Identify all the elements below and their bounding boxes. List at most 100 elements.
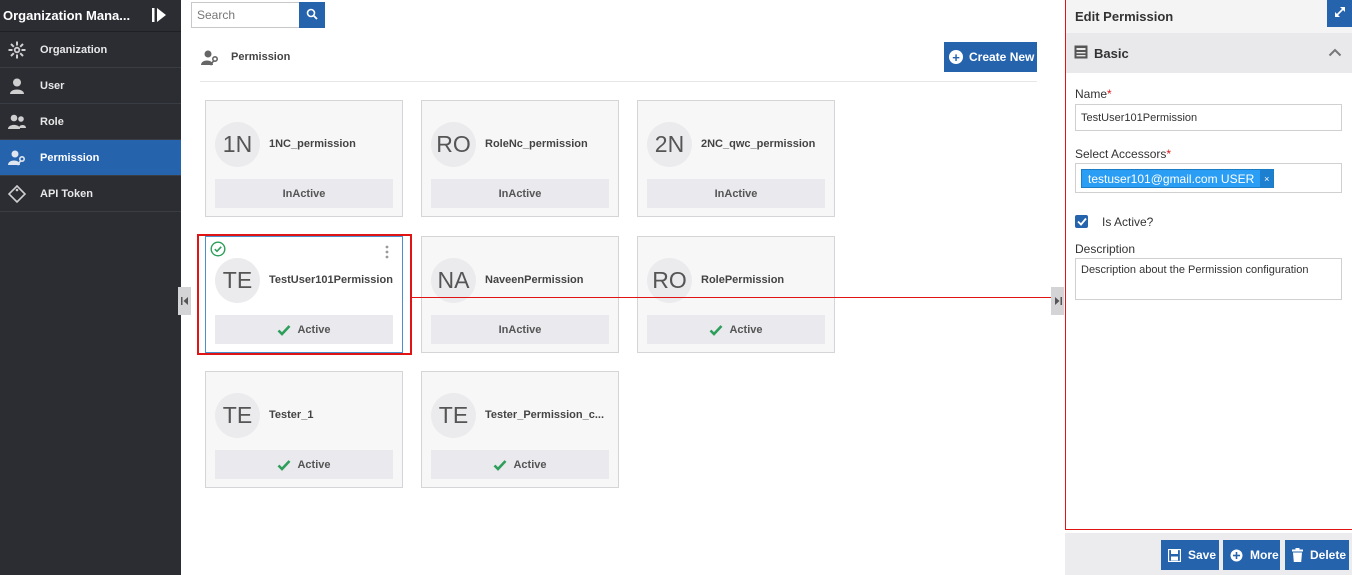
panel-header: Edit Permission	[1066, 0, 1352, 33]
check-icon	[277, 459, 291, 471]
save-label: Save	[1188, 548, 1217, 562]
plus-circle-icon	[1230, 549, 1243, 562]
status-label: Active	[729, 323, 763, 336]
permission-card[interactable]: 1N 1NC_permission InActive	[205, 100, 403, 217]
plus-circle-icon: +	[949, 50, 963, 64]
card-name: RolePermission	[701, 274, 785, 286]
save-button[interactable]: Save	[1161, 540, 1219, 570]
accessors-label: Select Accessors*	[1075, 147, 1171, 161]
more-label: More	[1250, 548, 1279, 562]
status-badge: InActive	[215, 179, 393, 208]
section-title: Basic	[1094, 45, 1129, 61]
sidebar-item-user[interactable]: User	[0, 68, 181, 104]
name-field[interactable]	[1075, 104, 1342, 131]
remove-tag-icon[interactable]: ×	[1260, 170, 1274, 187]
user-icon	[2, 68, 32, 104]
create-new-button[interactable]: + Create New	[944, 42, 1037, 72]
sidebar: Organization Mana... Organization User R…	[0, 0, 181, 575]
status-label: InActive	[714, 187, 758, 200]
right-panel-collapse-handle[interactable]	[1051, 287, 1064, 315]
permission-card[interactable]: TE Tester_Permission_c... Active	[421, 371, 619, 488]
is-active-checkbox[interactable]	[1075, 215, 1088, 228]
sidebar-item-label: User	[40, 79, 65, 92]
status-badge: InActive	[647, 179, 825, 208]
users-icon	[2, 104, 32, 140]
sidebar-collapse-icon[interactable]	[150, 6, 168, 24]
required-mark: *	[1166, 147, 1172, 161]
card-name: NaveenPermission	[485, 274, 584, 286]
left-panel-collapse-handle[interactable]	[178, 287, 191, 315]
permission-card[interactable]: TE Tester_1 Active	[205, 371, 403, 488]
selected-check-icon	[210, 241, 226, 260]
card-name: 1NC_permission	[269, 138, 356, 150]
collapse-left-icon	[180, 294, 189, 308]
permission-card[interactable]: NA NaveenPermission InActive	[421, 236, 619, 353]
gear-icon	[2, 32, 32, 68]
sidebar-item-organization[interactable]: Organization	[0, 32, 181, 68]
form-icon	[1074, 45, 1088, 62]
save-icon	[1168, 548, 1181, 562]
name-label: Name*	[1075, 87, 1112, 101]
trash-icon	[1292, 548, 1303, 562]
delete-label: Delete	[1310, 548, 1347, 562]
expand-icon	[1333, 5, 1347, 22]
permission-card[interactable]: RO RolePermission Active	[637, 236, 835, 353]
avatar: TE	[215, 393, 260, 438]
search-bar	[191, 2, 325, 28]
card-name: Tester_Permission_c...	[485, 409, 605, 421]
name-label-text: Name	[1075, 87, 1108, 101]
avatar: RO	[431, 122, 476, 167]
sidebar-item-permission[interactable]: Permission	[0, 140, 181, 176]
chevron-up-icon	[1328, 46, 1342, 60]
create-new-label: Create New	[969, 50, 1035, 64]
check-icon	[277, 324, 291, 336]
expand-panel-button[interactable]	[1327, 0, 1352, 27]
required-mark: *	[1107, 87, 1112, 101]
description-field[interactable]: Description about the Permission configu…	[1075, 258, 1342, 300]
search-icon	[306, 8, 318, 23]
edit-permission-panel: Edit Permission Basic Name* Select Acces…	[1065, 0, 1352, 530]
page-header: Permission + Create New	[200, 42, 1037, 82]
section-basic-header[interactable]: Basic	[1066, 33, 1352, 73]
sidebar-item-role[interactable]: Role	[0, 104, 181, 140]
status-badge: Active	[431, 450, 609, 479]
collapse-right-icon	[1054, 294, 1062, 308]
check-icon	[493, 459, 507, 471]
status-label: Active	[513, 458, 547, 471]
page-title: Permission	[231, 51, 291, 63]
user-key-icon	[2, 140, 32, 176]
app-root: Organization Mana... Organization User R…	[0, 0, 1352, 575]
search-button[interactable]	[299, 2, 325, 28]
sidebar-item-label: Role	[40, 115, 64, 128]
sidebar-item-api-token[interactable]: API Token	[0, 176, 181, 212]
card-name: 2NC_qwc_permission	[701, 138, 816, 150]
accessors-select[interactable]: testuser101@gmail.com USER ×	[1075, 163, 1342, 193]
tag-icon	[2, 176, 32, 212]
card-name: RoleNc_permission	[485, 138, 588, 150]
status-label: InActive	[498, 187, 542, 200]
search-input[interactable]	[191, 2, 299, 28]
check-icon	[709, 324, 723, 336]
avatar: TE	[215, 258, 260, 303]
status-label: Active	[297, 323, 331, 336]
status-label: InActive	[498, 323, 542, 336]
avatar: 2N	[647, 122, 692, 167]
more-button[interactable]: More	[1223, 540, 1280, 570]
permission-card[interactable]: 2N 2NC_qwc_permission InActive	[637, 100, 835, 217]
accessors-label-text: Select Accessors	[1075, 147, 1167, 161]
accessor-tag: testuser101@gmail.com USER ×	[1081, 169, 1275, 188]
more-vertical-icon[interactable]	[384, 245, 390, 259]
user-key-icon	[200, 49, 220, 70]
status-badge: InActive	[431, 315, 609, 344]
status-badge: Active	[647, 315, 825, 344]
status-label: InActive	[282, 187, 326, 200]
annotation-arrow-line	[412, 297, 1060, 298]
avatar: 1N	[215, 122, 260, 167]
panel-title: Edit Permission	[1075, 9, 1174, 24]
status-badge: Active	[215, 450, 393, 479]
permission-card[interactable]: RO RoleNc_permission InActive	[421, 100, 619, 217]
permission-card-selected[interactable]: TE TestUser101Permission Active	[205, 236, 403, 353]
delete-button[interactable]: Delete	[1285, 540, 1349, 570]
sidebar-item-label: API Token	[40, 187, 93, 200]
card-name: TestUser101Permission	[269, 274, 393, 286]
